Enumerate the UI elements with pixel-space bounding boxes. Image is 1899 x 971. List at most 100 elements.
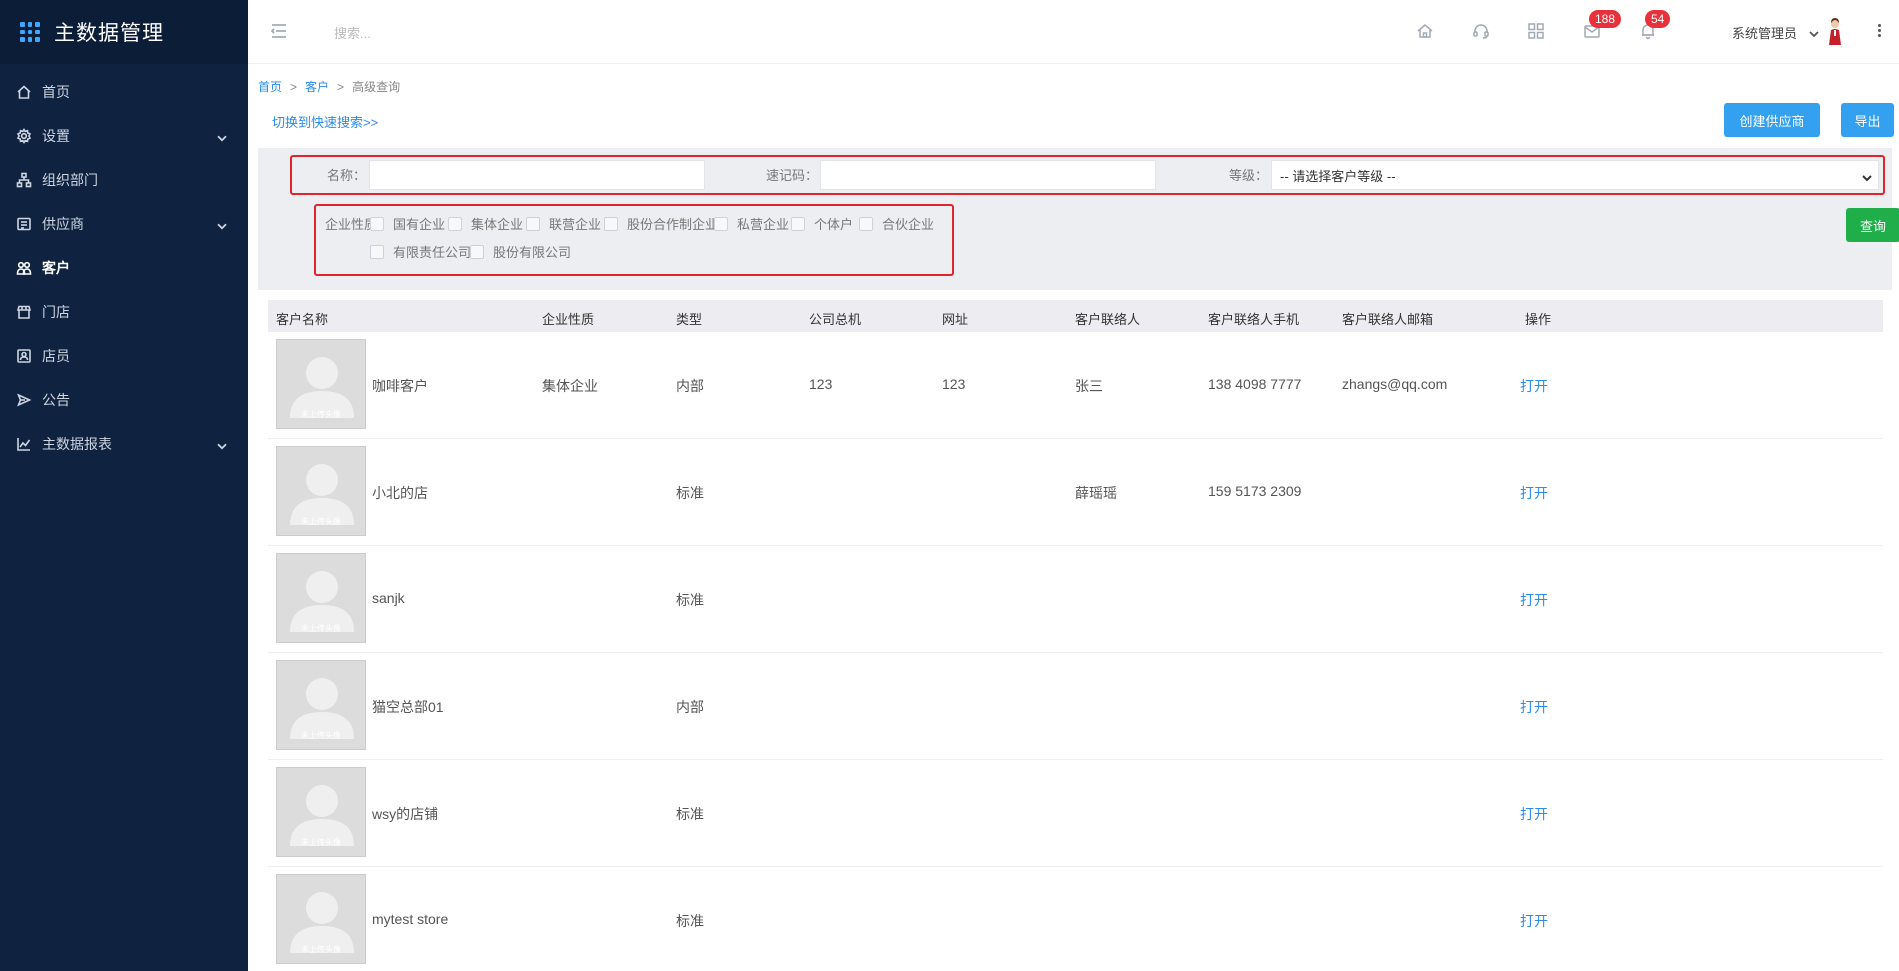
sidebar-item-7[interactable]: 公告	[0, 378, 248, 422]
support-headset-icon[interactable]	[1472, 22, 1490, 40]
open-link[interactable]: 打开	[1520, 590, 1548, 610]
chevron-down-icon	[1862, 171, 1872, 182]
brand[interactable]: 主数据管理	[0, 0, 248, 64]
customer-avatar: 未上传头像	[276, 339, 366, 429]
cell-mobile: 159 5173 2309	[1208, 483, 1302, 499]
nature-checkbox-6[interactable]: 合伙企业	[859, 214, 934, 233]
checkbox-box[interactable]	[470, 244, 484, 259]
sidebar-item-2[interactable]: 组织部门	[0, 158, 248, 202]
nature-checkbox-label: 股份有限公司	[493, 245, 572, 260]
open-link[interactable]: 打开	[1520, 911, 1548, 931]
query-button[interactable]: 查询	[1846, 208, 1899, 242]
open-link[interactable]: 打开	[1520, 483, 1548, 503]
column-header: 公司总机	[809, 312, 862, 327]
nature-checkbox-7[interactable]: 有限责任公司	[370, 242, 471, 261]
avatar-caption: 未上传头像	[301, 838, 341, 847]
messages-icon[interactable]: 188	[1583, 10, 1622, 40]
nature-checkbox-label: 有限责任公司	[393, 245, 472, 260]
sidebar-item-label: 主数据报表	[42, 436, 112, 452]
user-name[interactable]: 系统管理员	[1732, 23, 1797, 42]
customer-name: sanjk	[372, 590, 405, 606]
nature-checkbox-label: 合伙企业	[882, 217, 935, 232]
checkbox-box[interactable]	[448, 216, 462, 231]
user-avatar[interactable]	[1826, 18, 1844, 46]
checkbox-box[interactable]	[714, 216, 728, 231]
breadcrumb-customer[interactable]: 客户	[305, 80, 329, 94]
nature-checkbox-8[interactable]: 股份有限公司	[470, 242, 571, 261]
more-options-icon[interactable]	[1876, 22, 1882, 40]
sidebar: 主数据管理 首页 设置 组织部门供应商客户门店 店员 公告主数据报表	[0, 0, 248, 971]
breadcrumb-current: 高级查询	[352, 80, 401, 94]
sidebar-item-5[interactable]: 门店	[0, 290, 248, 334]
nature-checkbox-0[interactable]: 国有企业	[370, 214, 445, 233]
sidebar-item-4[interactable]: 客户	[0, 246, 248, 290]
breadcrumb-separator: >	[337, 80, 345, 94]
column-header: 客户联络人	[1075, 312, 1141, 327]
open-link[interactable]: 打开	[1520, 804, 1548, 824]
table-row[interactable]: 未上传头像 mytest store 标准 打开	[268, 867, 1883, 971]
table-row[interactable]: 未上传头像 小北的店 标准 薛瑶瑶 159 5173 2309 打开	[268, 439, 1883, 546]
checkbox-box[interactable]	[791, 216, 805, 231]
table-row[interactable]: 未上传头像 猫空总部01 内部 打开	[268, 653, 1883, 760]
name-label: 名称：	[326, 168, 366, 183]
nature-checkbox-5[interactable]: 个体户	[791, 214, 853, 233]
table-row[interactable]: 未上传头像 咖啡客户 集体企业 内部 123 123 张三 138 4098 7777 zhan…	[268, 332, 1883, 439]
chart-icon	[16, 436, 32, 452]
sidebar-item-1[interactable]: 设置	[0, 114, 248, 158]
sidebar-item-0[interactable]: 首页	[0, 70, 248, 114]
sidebar-item-3[interactable]: 供应商	[0, 202, 248, 246]
nature-checkbox-label: 联营企业	[549, 217, 602, 232]
nature-checkbox-4[interactable]: 私营企业	[714, 214, 789, 233]
filter-panel: 名称： 速记码： 等级： -- 请选择客户等级 -- 企业性质： 国有企业 集体企…	[258, 148, 1899, 290]
table-row[interactable]: 未上传头像 sanjk 标准 打开	[268, 546, 1883, 653]
home-icon	[16, 84, 32, 100]
notification-bell-icon[interactable]: 54	[1639, 10, 1671, 40]
open-link[interactable]: 打开	[1520, 697, 1548, 717]
cell-mobile: 138 4098 7777	[1208, 376, 1302, 392]
chevron-down-icon[interactable]	[1809, 27, 1819, 38]
sidebar-item-8[interactable]: 主数据报表	[0, 422, 248, 466]
chevron-down-icon	[216, 219, 228, 231]
cell-type: 内部	[676, 699, 704, 715]
table-row[interactable]: 未上传头像 wsy的店铺 标准 打开	[268, 760, 1883, 867]
nature-checkbox-3[interactable]: 股份合作制企业	[604, 214, 718, 233]
avatar-caption: 未上传头像	[301, 624, 341, 633]
breadcrumb-home[interactable]: 首页	[258, 80, 282, 94]
checkbox-box[interactable]	[526, 216, 540, 231]
sidebar-item-label: 客户	[42, 260, 70, 276]
export-button[interactable]: 导出	[1841, 103, 1894, 137]
customer-avatar: 未上传头像	[276, 874, 366, 964]
switch-to-quick-search-link[interactable]: 切换到快速搜索>>	[272, 112, 378, 131]
checkbox-box[interactable]	[370, 216, 384, 231]
search-input[interactable]	[334, 22, 634, 44]
open-link[interactable]: 打开	[1520, 376, 1548, 396]
home-shortcut-icon[interactable]	[1416, 22, 1434, 40]
customer-icon	[16, 260, 32, 276]
customer-name: 小北的店	[372, 485, 428, 501]
menu-toggle-icon[interactable]	[270, 22, 288, 40]
name-field[interactable]	[369, 160, 705, 190]
cell-nature: 集体企业	[542, 378, 598, 394]
cell-contact: 薛瑶瑶	[1075, 485, 1117, 501]
nature-checkbox-2[interactable]: 联营企业	[526, 214, 601, 233]
main-content: 首页 > 客户 > 高级查询 切换到快速搜索>> 创建供应商 导出 名称： 速记码： 等…	[248, 64, 1899, 971]
sidebar-item-label: 供应商	[42, 216, 84, 232]
checkbox-box[interactable]	[370, 244, 384, 259]
customer-name: mytest store	[372, 911, 449, 927]
column-header: 网址	[942, 312, 969, 327]
shorthand-code-field[interactable]	[820, 160, 1156, 190]
nature-checkbox-1[interactable]: 集体企业	[448, 214, 523, 233]
avatar-caption: 未上传头像	[301, 517, 341, 526]
cell-type: 标准	[676, 592, 704, 608]
customer-level-select[interactable]: -- 请选择客户等级 --	[1271, 160, 1879, 190]
create-supplier-button[interactable]: 创建供应商	[1724, 103, 1820, 137]
avatar-caption: 未上传头像	[301, 731, 341, 740]
sidebar-item-6[interactable]: 店员	[0, 334, 248, 378]
apps-grid-icon[interactable]	[1527, 22, 1545, 40]
app-title: 主数据管理	[54, 22, 164, 45]
cell-type: 标准	[676, 485, 704, 501]
checkbox-box[interactable]	[859, 216, 873, 231]
checkbox-box[interactable]	[604, 216, 618, 231]
app-grid-icon	[20, 22, 40, 42]
nature-checkbox-label: 股份合作制企业	[627, 217, 719, 232]
